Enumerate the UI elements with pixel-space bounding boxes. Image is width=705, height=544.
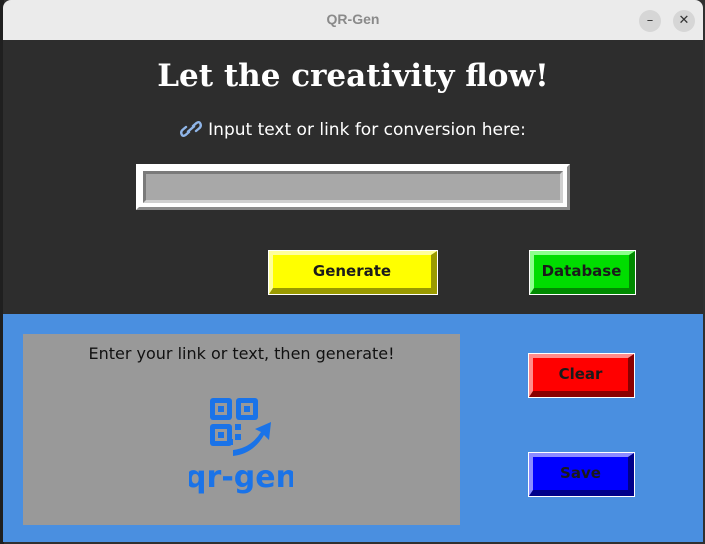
headline: Let the creativity flow!: [157, 58, 549, 94]
link-icon: [180, 121, 203, 137]
text-input-frame: [136, 164, 570, 210]
preview-message: Enter your link or text, then generate!: [88, 344, 395, 363]
output-panel: Enter your link or text, then generate!: [3, 314, 703, 542]
input-prompt: Input text or link for conversion here:: [3, 120, 703, 140]
save-button[interactable]: Save: [528, 452, 635, 497]
database-button[interactable]: Database: [529, 250, 636, 295]
logo-text: qr-gen: [189, 460, 293, 494]
qr-preview-canvas: Enter your link or text, then generate!: [23, 334, 460, 525]
link-input[interactable]: [146, 174, 560, 200]
generate-button[interactable]: Generate: [268, 250, 438, 295]
app-window: QR-Gen – ✕ Let the creativity flow! Inpu…: [3, 0, 703, 542]
input-prompt-label: Input text or link for conversion here:: [208, 120, 526, 140]
input-panel: Let the creativity flow! Input text or l…: [3, 40, 703, 314]
close-button[interactable]: ✕: [673, 10, 695, 32]
qr-gen-logo-icon: qr-gen: [189, 398, 293, 494]
window-title: QR-Gen: [326, 11, 380, 27]
text-input-well: [143, 171, 563, 203]
clear-button[interactable]: Clear: [528, 353, 635, 398]
minimize-button[interactable]: –: [639, 10, 661, 32]
title-bar[interactable]: QR-Gen – ✕: [3, 0, 703, 41]
